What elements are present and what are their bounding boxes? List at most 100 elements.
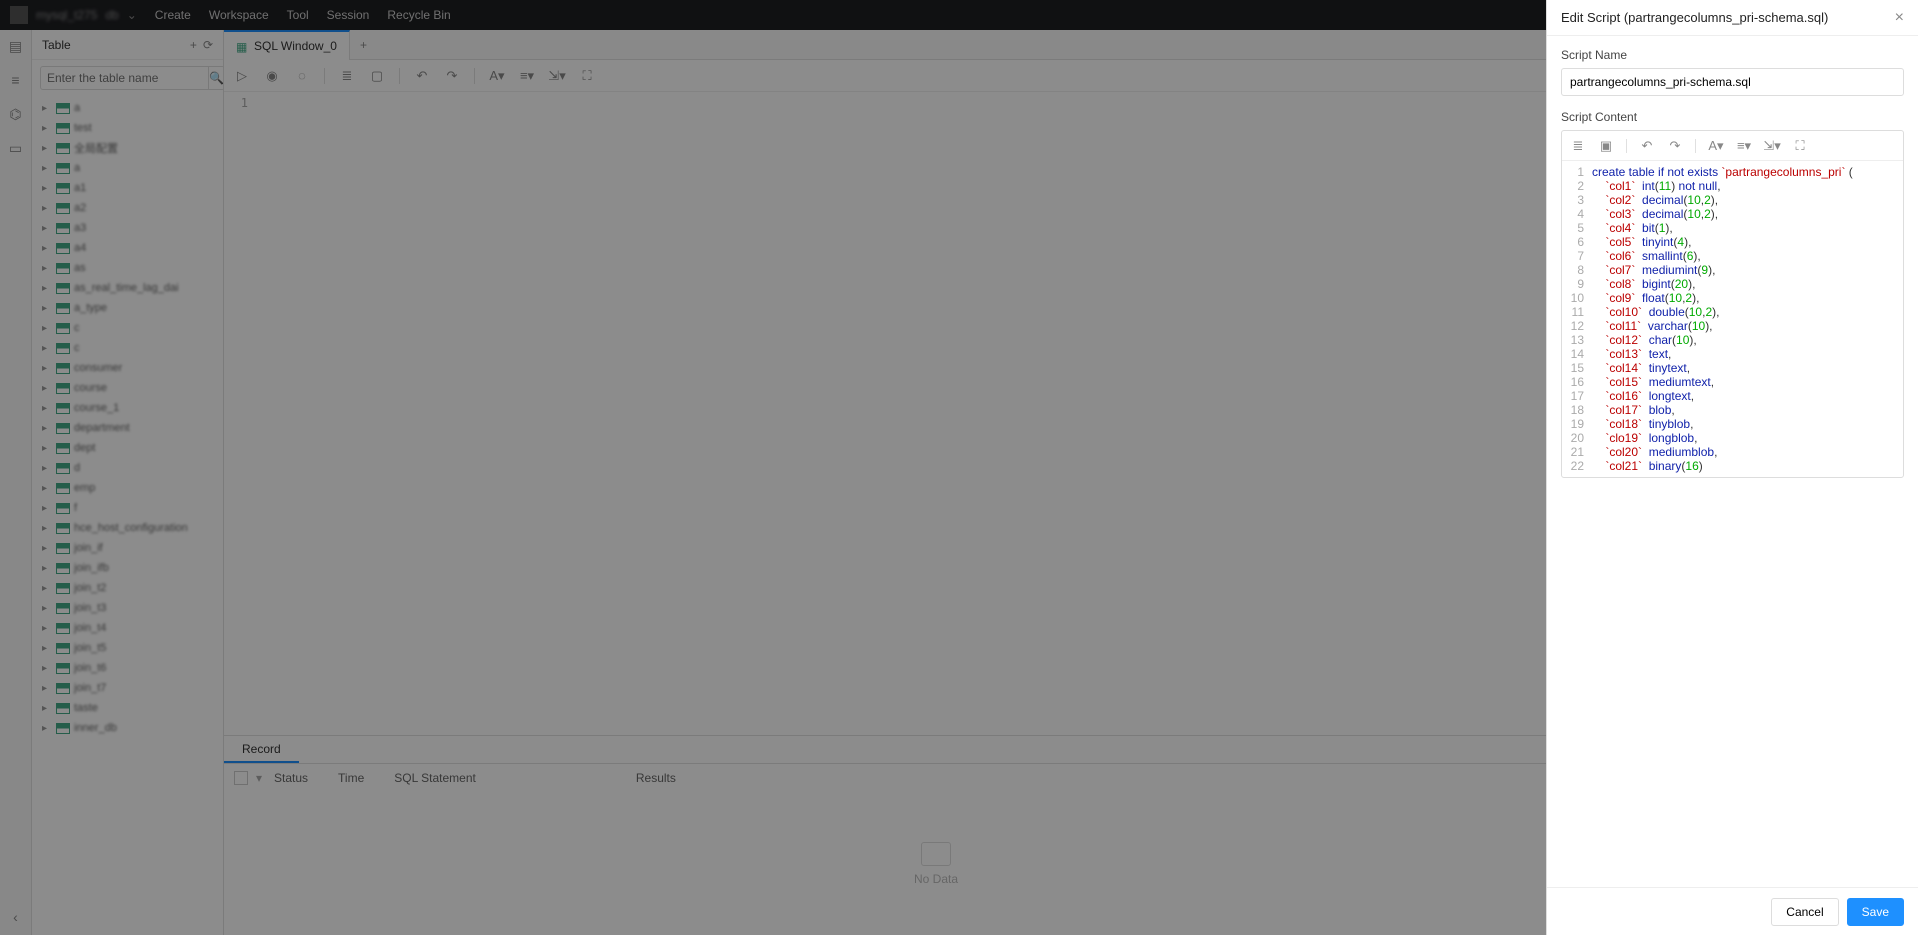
table-name: inner_db — [74, 722, 117, 734]
redo-icon[interactable]: ↷ — [1667, 138, 1683, 154]
export-icon[interactable]: ⇲▾ — [549, 68, 565, 84]
table-icon — [56, 103, 70, 113]
table-item[interactable]: ▸join_if — [32, 538, 223, 558]
table-item[interactable]: ▸as — [32, 258, 223, 278]
table-item[interactable]: ▸test — [32, 118, 223, 138]
tab-record[interactable]: Record — [224, 736, 299, 763]
tab-add-button[interactable]: + — [350, 38, 377, 52]
table-item[interactable]: ▸a — [32, 98, 223, 118]
table-item[interactable]: ▸dept — [32, 438, 223, 458]
table-item[interactable]: ▸c — [32, 338, 223, 358]
explain-icon[interactable]: ▢ — [369, 68, 385, 84]
menu-workspace[interactable]: Workspace — [209, 8, 269, 22]
refresh-icon[interactable]: ⟳ — [203, 38, 213, 52]
fullscreen-icon[interactable]: ⛶ — [1792, 138, 1808, 154]
editor-tabs: ▦ SQL Window_0 + — [224, 30, 1648, 60]
menu-create[interactable]: Create — [155, 8, 191, 22]
select-all-checkbox[interactable] — [234, 771, 248, 785]
indent-menu-icon[interactable]: ≡▾ — [1736, 138, 1752, 154]
table-item[interactable]: ▸join_t4 — [32, 618, 223, 638]
script-content-label: Script Content — [1561, 110, 1904, 124]
cancel-button[interactable]: Cancel — [1771, 898, 1838, 926]
rail-icon-4[interactable]: ▭ — [8, 140, 24, 156]
editor-body[interactable] — [254, 92, 1648, 735]
undo-icon[interactable]: ↶ — [414, 68, 430, 84]
table-item[interactable]: ▸f — [32, 498, 223, 518]
script-name-input[interactable] — [1561, 68, 1904, 96]
edit-script-drawer: Edit Script (partrangecolumns_pri-schema… — [1546, 0, 1918, 935]
table-icon — [56, 663, 70, 673]
table-item[interactable]: ▸hce_host_configuration — [32, 518, 223, 538]
caret-icon: ▸ — [42, 363, 52, 374]
script-content-editor[interactable]: 1create table if not exists `partrangeco… — [1562, 161, 1903, 477]
table-item[interactable]: ▸c — [32, 318, 223, 338]
table-name: taste — [74, 702, 98, 714]
font-icon[interactable]: A▾ — [489, 68, 505, 84]
fullscreen-icon[interactable]: ⛶ — [579, 68, 595, 84]
format-left-icon[interactable]: ≣ — [1570, 138, 1586, 154]
db-name[interactable]: mysql_t275 — [36, 8, 97, 22]
table-item[interactable]: ▸course — [32, 378, 223, 398]
caret-icon: ▸ — [42, 683, 52, 694]
format-icon[interactable]: ≣ — [339, 68, 355, 84]
database-icon[interactable]: ▤ — [8, 38, 24, 54]
stop-icon[interactable]: ◌ — [294, 68, 310, 84]
table-icon — [56, 283, 70, 293]
table-item[interactable]: ▸join_t5 — [32, 638, 223, 658]
drawer-title: Edit Script (partrangecolumns_pri-schema… — [1561, 10, 1828, 25]
table-item[interactable]: ▸a1 — [32, 178, 223, 198]
table-icon — [56, 303, 70, 313]
table-item[interactable]: ▸a — [32, 158, 223, 178]
table-item[interactable]: ▸a_type — [32, 298, 223, 318]
table-item[interactable]: ▸inner_db — [32, 718, 223, 738]
caret-icon: ▸ — [42, 623, 52, 634]
table-item[interactable]: ▸全局配置 — [32, 138, 223, 158]
undo-icon[interactable]: ↶ — [1639, 138, 1655, 154]
table-item[interactable]: ▸taste — [32, 698, 223, 718]
table-icon — [56, 183, 70, 193]
indent-icon[interactable]: ≡▾ — [519, 68, 535, 84]
font-size-icon[interactable]: A▾ — [1708, 138, 1724, 154]
table-item[interactable]: ▸join_t7 — [32, 678, 223, 698]
search-icon[interactable]: 🔍 — [209, 66, 225, 90]
rail-icon-2[interactable]: ≡ — [8, 72, 24, 88]
app-logo-icon — [10, 6, 28, 24]
table-item[interactable]: ▸department — [32, 418, 223, 438]
table-item[interactable]: ▸a4 — [32, 238, 223, 258]
menu-tool[interactable]: Tool — [287, 8, 309, 22]
run-icon[interactable]: ▷ — [234, 68, 250, 84]
table-item[interactable]: ▸join_t6 — [32, 658, 223, 678]
table-name: f — [74, 502, 77, 514]
export-menu-icon[interactable]: ⇲▾ — [1764, 138, 1780, 154]
save-button[interactable]: Save — [1847, 898, 1904, 926]
add-icon[interactable]: + — [190, 38, 197, 52]
tab-sql-window[interactable]: ▦ SQL Window_0 — [224, 30, 350, 60]
table-name: test — [74, 122, 92, 134]
table-item[interactable]: ▸join_ifb — [32, 558, 223, 578]
table-icon — [56, 563, 70, 573]
table-item[interactable]: ▸consumer — [32, 358, 223, 378]
table-icon — [56, 723, 70, 733]
table-search-input[interactable] — [40, 66, 209, 90]
table-item[interactable]: ▸a3 — [32, 218, 223, 238]
menu-recycle-bin[interactable]: Recycle Bin — [387, 8, 450, 22]
table-name: a1 — [74, 182, 86, 194]
run-selection-icon[interactable]: ◉ — [264, 68, 280, 84]
caret-icon: ▸ — [42, 303, 52, 314]
chevron-down-icon[interactable]: ⌄ — [127, 8, 137, 22]
close-icon[interactable]: × — [1895, 9, 1904, 27]
table-item[interactable]: ▸as_real_time_lag_dai — [32, 278, 223, 298]
table-name: join_t6 — [74, 662, 106, 674]
menu-session[interactable]: Session — [327, 8, 370, 22]
table-item[interactable]: ▸join_t2 — [32, 578, 223, 598]
rail-icon-3[interactable]: ⌬ — [8, 106, 24, 122]
redo-icon[interactable]: ↷ — [444, 68, 460, 84]
expand-icon[interactable]: ▣ — [1598, 138, 1614, 154]
table-item[interactable]: ▸join_t3 — [32, 598, 223, 618]
table-name: course_1 — [74, 402, 119, 414]
collapse-icon[interactable]: ‹ — [8, 909, 24, 925]
table-item[interactable]: ▸d — [32, 458, 223, 478]
table-item[interactable]: ▸emp — [32, 478, 223, 498]
table-item[interactable]: ▸a2 — [32, 198, 223, 218]
table-item[interactable]: ▸course_1 — [32, 398, 223, 418]
